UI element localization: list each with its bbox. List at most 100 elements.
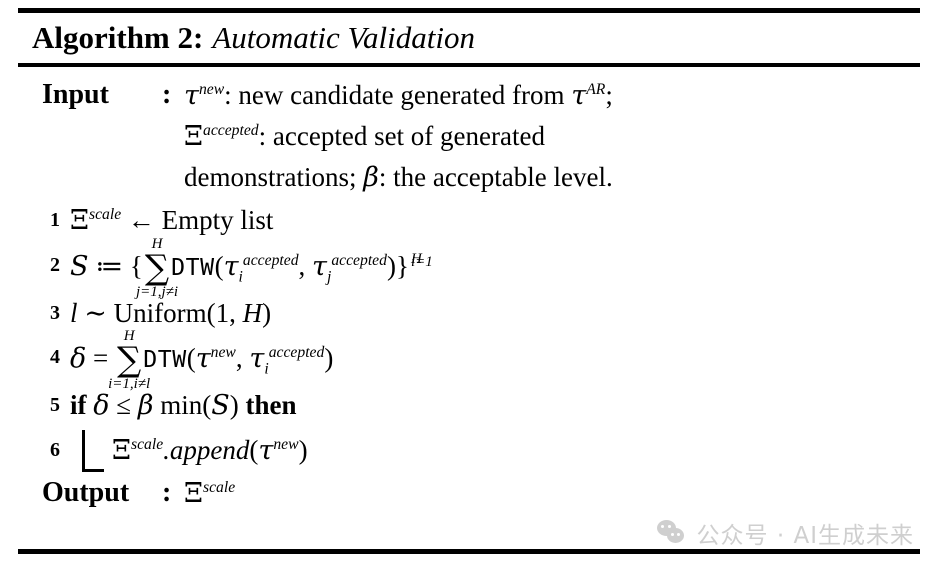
input-row: Input : τnew: new candidate generated fr… [18,75,920,198]
tau-i-symbol: τ [223,250,239,282]
tau-i-subscript: i [238,268,243,286]
step-content: S ≔ {H ∑ j=1,j≠i DTW(τiaccepted, τjaccepted… [66,236,920,299]
input-line-2-text: : accepted set of generated [258,120,545,151]
step-content: l ∼ Uniform(1, H) [66,291,920,335]
tau-i-superscript: accepted [242,251,299,269]
algorithm-keyword: Algorithm 2: [32,20,204,55]
argument-comma: , [235,342,243,373]
close-paren: ) [262,297,272,328]
input-line-3-text-start: demonstrations; [184,161,364,192]
tau-symbol: τ [184,79,199,111]
output-content: Ξscale [180,473,920,514]
step-content: δ = H ∑ i=1,i≠l DTW(τnew, τiaccepted) [66,328,920,391]
open-paren: ( [202,389,212,420]
input-line-2: Ξaccepted: accepted set of generated [184,116,920,157]
distributed-as-operator: ∼ [84,297,107,328]
open-brace: { [129,250,143,281]
define-operator: ≔ [95,250,124,281]
uniform-lower-bound: 1 [215,297,230,328]
input-line-1-text: : new candidate generated from [224,79,572,110]
algorithm-title: Algorithm 2: Automatic Validation [18,13,920,63]
equals-operator: = [93,342,109,373]
beta-symbol: β [137,389,154,421]
dtw-function-name: DTW [143,345,187,373]
argument-comma: , [298,250,306,281]
tau-j-symbol: τ [312,250,327,282]
algorithm-block: Algorithm 2: Automatic Validation Input :… [18,8,920,518]
tau-i-superscript: accepted [268,343,325,361]
summation-operator: H ∑ i=1,i≠l [108,328,150,391]
tau-ar-symbol: τ [571,79,587,111]
open-paren: ( [214,250,224,281]
tau-new-superscript: new [210,343,236,361]
algorithm-step-6: 6 Ξscale.append(τnew) [18,428,920,473]
set-index-limits: Hi=1 [409,248,443,275]
set-lower-limit: i=1 [410,253,433,270]
xi-scale-superscript: scale [203,478,236,496]
summation-upper-limit: H [151,235,163,252]
xi-superscript: accepted [203,121,259,139]
tau-j-subscript: j [326,268,332,286]
input-colon: : [162,78,172,110]
summation-upper-limit: H [123,327,135,344]
step-number: 2 [50,253,60,276]
set-s-symbol: S [211,389,230,421]
append-method-name: .append [163,434,250,465]
set-s-symbol: S [70,250,89,282]
wechat-logo-icon [656,520,687,546]
xi-scale-symbol: Ξ [184,477,203,509]
beta-symbol: β [363,161,379,193]
algorithm-step-2: 2 S ≔ {H ∑ j=1,j≠i DTW(τiaccepted, τjaccept… [18,236,920,299]
min-function-name: min [160,389,203,420]
xi-scale-superscript: scale [131,435,164,453]
input-content: τnew: new candidate generated from τAR; … [180,75,920,198]
assignment-arrow-icon: ← [127,204,155,235]
algorithm-name: Automatic Validation [212,20,475,55]
open-paren: ( [186,342,196,373]
algorithm-step-3: 3 l ∼ Uniform(1, H) [18,291,920,335]
algorithm-body: Input : τnew: new candidate generated fr… [18,67,920,518]
xi-scale-symbol: Ξ [112,434,131,466]
step-1-rhs: Empty list [161,204,274,235]
input-line-1-terminator: ; [605,79,613,110]
algorithm-step-5: 5 if δ ≤ β min(S) then [18,383,920,428]
delta-symbol: δ [70,342,87,374]
close-paren: ) [229,389,239,420]
step-number: 1 [50,208,60,231]
sigma-icon: ∑ [117,339,142,380]
uniform-distribution-name: Uniform [113,297,207,328]
tau-j-superscript: accepted [331,251,387,269]
tau-i-subscript: i [264,360,269,378]
variable-l: l [70,297,78,328]
step-number: 3 [50,301,60,324]
if-keyword: if [70,389,87,420]
step-content: Ξscale ← Empty list [66,198,920,243]
tau-ar-superscript: AR [586,80,606,98]
input-line-3: demonstrations; β: the acceptable level. [184,157,920,198]
close-paren: ) [386,250,396,281]
watermark: 公众号 · AI生成未来 [656,516,914,550]
xi-scale-symbol: Ξ [70,204,89,236]
step-number: 6 [50,438,60,461]
close-paren: ) [324,342,334,373]
watermark-text: 公众号 · AI生成未来 [696,523,914,549]
xi-symbol: Ξ [184,120,203,152]
then-keyword: then [245,389,297,420]
step-number: 4 [50,345,60,368]
input-line-3-text-end: : the acceptable level. [378,161,613,192]
less-than-or-equal-operator: ≤ [116,389,132,420]
open-paren: ( [206,297,216,328]
output-label: Output [42,476,130,508]
close-paren: ) [298,434,308,465]
step-number: 5 [50,393,60,416]
tau-new-symbol: τ [195,342,211,374]
delta-symbol: δ [93,389,110,421]
argument-comma: , [229,297,236,328]
output-colon: : [162,476,172,508]
summation-operator: H ∑ j=1,j≠i [136,236,178,299]
close-brace: } [395,250,409,281]
input-line-1: τnew: new candidate generated from τAR; [184,75,920,116]
sigma-icon: ∑ [144,247,170,288]
algorithm-step-4: 4 δ = H ∑ i=1,i≠l DTW(τnew, τiaccepted) [18,328,920,391]
uniform-upper-bound: H [242,297,263,328]
